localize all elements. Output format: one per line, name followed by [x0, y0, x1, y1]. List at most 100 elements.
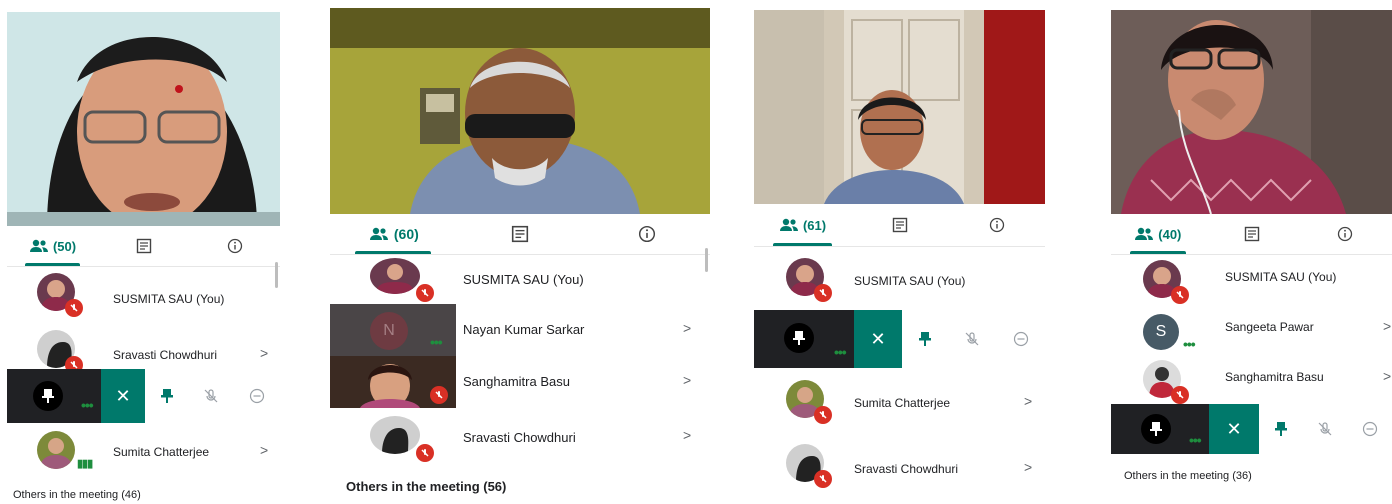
mic-off-icon	[814, 406, 832, 424]
mic-off-icon	[1171, 286, 1189, 304]
participant-row[interactable]: Sumita Chatterjee >	[754, 372, 1045, 432]
participant-name: SUSMITA SAU (You)	[113, 292, 225, 306]
participant-name: Sangeeta Pawar	[1225, 320, 1314, 334]
chat-icon	[511, 225, 529, 243]
remove-icon[interactable]	[1013, 331, 1029, 347]
mic-off-icon	[814, 284, 832, 302]
close-button[interactable]: ✕	[1209, 404, 1259, 454]
tab-bar: (60)	[330, 214, 710, 255]
tab-people[interactable]: (40)	[1111, 214, 1205, 254]
people-count: (60)	[393, 226, 419, 242]
meeting-panel-4: (40) SUSMITA SAU (You) S ••• Sangeeta Pa…	[1111, 10, 1392, 504]
others-heading: Others in the meeting (36)	[1124, 470, 1252, 482]
participant-row[interactable]: Sravasti Chowdhuri >	[754, 436, 1045, 498]
more-dots-icon: •••	[81, 397, 94, 413]
mic-off-icon[interactable]	[964, 331, 980, 347]
chevron-right-icon[interactable]: >	[260, 345, 268, 361]
participant-row[interactable]: SUSMITA SAU (You)	[754, 250, 1045, 310]
tab-bar: (40)	[1111, 214, 1392, 255]
tab-people[interactable]: (50)	[7, 226, 98, 266]
avatar	[37, 273, 83, 317]
avatar: S	[1143, 314, 1179, 350]
participant-row[interactable]: Sravasti Chowdhuri >	[330, 410, 710, 466]
participant-action-bar: ••• ✕	[754, 310, 1045, 368]
people-icon	[779, 218, 798, 231]
avatar	[786, 444, 832, 488]
avatar	[37, 431, 75, 469]
chevron-right-icon[interactable]: >	[683, 427, 691, 443]
pin-icon[interactable]	[160, 388, 174, 404]
participant-name: Sanghamitra Basu	[463, 374, 570, 389]
participant-name: Sumita Chatterjee	[854, 396, 951, 410]
meeting-panel-2: (60) SUSMITA SAU (You) N ••• Nayan Kumar…	[330, 8, 710, 504]
tab-bar: (50)	[7, 226, 280, 267]
tab-people[interactable]: (61)	[754, 204, 851, 246]
chevron-right-icon[interactable]: >	[1024, 393, 1032, 409]
participant-row[interactable]: SUSMITA SAU (You)	[7, 270, 280, 326]
info-icon	[989, 217, 1004, 233]
participant-row[interactable]: Sanghamitra Basu >	[330, 356, 710, 408]
participant-row[interactable]: SUSMITA SAU (You)	[330, 256, 710, 304]
speaking-icon: ▮▮▮	[77, 458, 93, 470]
chevron-right-icon[interactable]: >	[1024, 459, 1032, 475]
avatar	[370, 258, 434, 302]
participant-action-bar: ••• ✕	[1111, 404, 1392, 454]
more-dots-icon: •••	[430, 334, 443, 350]
participant-action-bar: ••• ✕	[7, 369, 280, 423]
people-icon	[369, 227, 388, 240]
remove-icon[interactable]	[249, 388, 265, 404]
info-icon	[227, 238, 242, 254]
avatar	[786, 258, 832, 302]
mic-off-icon	[1171, 386, 1189, 404]
avatar	[37, 330, 83, 374]
chevron-right-icon[interactable]: >	[1383, 318, 1391, 334]
chevron-right-icon[interactable]: >	[1383, 368, 1391, 384]
participant-name: Sravasti Chowdhuri	[854, 462, 959, 476]
participant-name: SUSMITA SAU (You)	[854, 274, 966, 288]
info-icon	[638, 225, 655, 243]
video-tile: N •••	[330, 304, 456, 356]
tab-bar: (61)	[754, 204, 1045, 247]
tab-info[interactable]	[583, 214, 710, 254]
tab-info[interactable]	[1298, 214, 1392, 254]
tab-chat[interactable]	[1205, 214, 1299, 254]
tab-chat[interactable]	[851, 204, 948, 246]
chevron-right-icon[interactable]: >	[260, 442, 268, 458]
chevron-right-icon[interactable]: >	[683, 372, 691, 388]
others-heading: Others in the meeting (46)	[13, 489, 141, 501]
tab-people[interactable]: (60)	[330, 214, 457, 254]
tab-info[interactable]	[948, 204, 1045, 246]
participant-row[interactable]: N ••• Nayan Kumar Sarkar >	[330, 304, 710, 356]
tab-info[interactable]	[189, 226, 280, 266]
people-count: (61)	[802, 217, 827, 233]
participant-row[interactable]: SUSMITA SAU (You)	[1111, 256, 1392, 308]
people-icon	[1135, 227, 1154, 240]
video-feed	[330, 8, 710, 214]
tab-chat[interactable]	[457, 214, 584, 254]
avatar: N	[370, 312, 408, 350]
tab-chat[interactable]	[98, 226, 189, 266]
close-button[interactable]: ✕	[101, 369, 145, 423]
participant-row[interactable]: ▮▮▮ Sumita Chatterjee >	[7, 423, 280, 479]
avatar	[1143, 260, 1189, 304]
chevron-right-icon[interactable]: >	[683, 320, 691, 336]
chat-icon	[136, 238, 151, 254]
video-feed	[1111, 10, 1392, 214]
remove-icon[interactable]	[1362, 421, 1378, 437]
mic-off-icon	[416, 284, 434, 302]
pin-icon[interactable]	[918, 331, 932, 347]
others-heading: Others in the meeting (56)	[346, 479, 507, 494]
close-button[interactable]: ✕	[854, 310, 902, 368]
participant-name: Nayan Kumar Sarkar	[463, 322, 585, 337]
chat-icon	[892, 217, 907, 233]
participant-name: Sumita Chatterjee	[113, 445, 210, 459]
mic-off-icon[interactable]	[203, 388, 219, 404]
more-dots-icon: •••	[834, 344, 847, 360]
pin-icon[interactable]	[1274, 421, 1288, 437]
mic-off-icon[interactable]	[1317, 421, 1333, 437]
participant-row[interactable]: S ••• Sangeeta Pawar >	[1111, 308, 1392, 358]
pin-icon	[793, 331, 805, 345]
avatar	[786, 380, 832, 424]
video-feed	[7, 12, 280, 226]
participant-row[interactable]: Sanghamitra Basu >	[1111, 358, 1392, 404]
